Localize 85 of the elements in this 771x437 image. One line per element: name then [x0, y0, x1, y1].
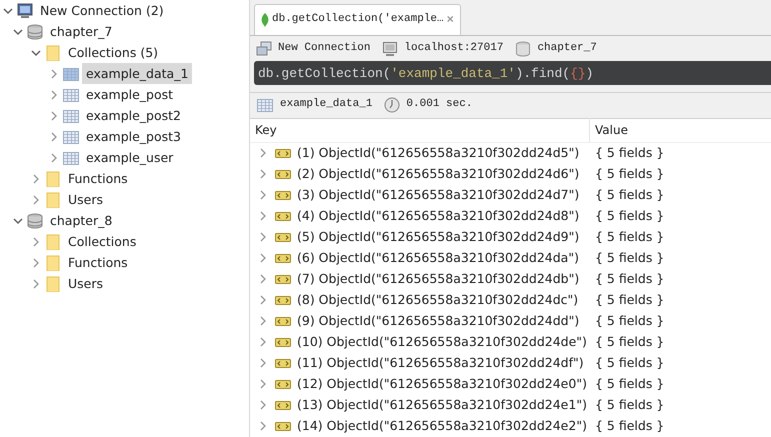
table-icon [62, 150, 80, 166]
tree-item[interactable]: example_post2 [82, 105, 186, 126]
folder-icon [44, 170, 62, 186]
document-icon [275, 378, 291, 390]
table-cell-text: { 5 fields } [594, 207, 664, 226]
monitor-icon [382, 40, 398, 57]
table-icon [62, 66, 80, 82]
document-icon [275, 210, 291, 222]
folder-icon [44, 44, 62, 60]
document-icon [275, 315, 291, 328]
table-cell-text: (2) ObjectId("612656558a3210f302dd24d6") [297, 165, 580, 184]
table-cell-text: (7) ObjectId("612656558a3210f302dd24db") [297, 270, 580, 288]
collection-label: example_data_1 [280, 97, 372, 112]
table-cell-text: { 5 fields } [594, 312, 664, 330]
table-cell-text: (5) ObjectId("612656558a3210f302dd24d9") [297, 228, 580, 246]
document-icon [275, 294, 291, 306]
tree-item[interactable]: Users [64, 273, 108, 294]
tree-item[interactable]: Collections [64, 231, 140, 252]
query-time: 0.001 sec. [406, 97, 472, 112]
column-header[interactable]: Value [590, 121, 628, 140]
tree-item[interactable]: example_post [82, 84, 178, 105]
table-cell-text: { 5 fields } [594, 228, 664, 246]
table-cell-text: (4) ObjectId("612656558a3210f302dd24d8") [297, 207, 580, 226]
tree-item[interactable]: chapter_7 [46, 21, 116, 42]
table-cell-text: (8) ObjectId("612656558a3210f302dd24dc") [297, 291, 578, 310]
tree-item[interactable]: Users [64, 189, 108, 210]
document-icon [275, 273, 291, 286]
table-cell-text: { 5 fields } [594, 375, 664, 394]
host-label: localhost:27017 [404, 41, 504, 56]
tree-item[interactable]: example_post3 [82, 126, 186, 147]
monitor-icon [16, 2, 34, 18]
tree-item[interactable]: example_user [82, 147, 178, 168]
query-editor[interactable]: db.getCollection('example_data_1').find({}) [254, 61, 771, 86]
clock-icon [384, 96, 400, 113]
query-tab[interactable]: db.getCollection('example… × [254, 4, 461, 35]
tree-item[interactable]: Functions [64, 252, 132, 273]
table-cell-text: { 5 fields } [594, 396, 664, 414]
table-cell-text: { 5 fields } [594, 165, 664, 184]
database-icon [515, 40, 532, 57]
table-cell-text: (13) ObjectId("612656558a3210f302dd24e1") [297, 396, 587, 414]
table-cell-text: (11) ObjectId("612656558a3210f302dd24df") [297, 354, 584, 372]
folder-icon [44, 192, 62, 208]
table-cell-text: (1) ObjectId("612656558a3210f302dd24d5") [297, 144, 580, 162]
folder-icon [44, 254, 62, 270]
column-header[interactable]: Key [250, 118, 590, 142]
network-icon [256, 40, 272, 57]
tree-item[interactable]: New Connection (2) [36, 0, 168, 21]
document-icon [275, 399, 291, 412]
tree-item[interactable]: Functions [64, 168, 132, 189]
connection-name: New Connection [278, 41, 370, 56]
tree-item[interactable]: chapter_8 [46, 210, 116, 231]
table-cell-text: { 5 fields } [594, 291, 664, 310]
table-cell-text: { 5 fields } [594, 249, 664, 268]
document-icon [275, 189, 291, 202]
table-cell-text: (10) ObjectId("612656558a3210f302dd24de") [297, 333, 587, 352]
tree-item[interactable]: Collections (5) [64, 42, 162, 63]
table-cell-text: (9) ObjectId("612656558a3210f302dd24dd") [297, 312, 580, 330]
document-icon [275, 168, 291, 180]
table-cell-text: { 5 fields } [594, 144, 664, 162]
table-icon [62, 108, 80, 124]
table-cell-text: { 5 fields } [594, 417, 664, 436]
document-icon [275, 420, 291, 432]
document-icon [275, 357, 291, 370]
table-icon [62, 86, 80, 102]
table-cell-text: { 5 fields } [594, 354, 664, 372]
table-cell-text: (12) ObjectId("612656558a3210f302dd24e0") [297, 375, 587, 394]
database-icon [26, 212, 44, 228]
folder-icon [44, 276, 62, 292]
tree-item[interactable]: example_data_1 [82, 63, 192, 84]
table-cell-text: (14) ObjectId("612656558a3210f302dd24e2") [297, 417, 587, 436]
table-cell-text: { 5 fields } [594, 333, 664, 352]
table-icon [256, 96, 274, 113]
table-cell-text: (6) ObjectId("612656558a3210f302dd24da") [297, 249, 579, 268]
document-icon [275, 336, 291, 348]
document-icon [275, 147, 291, 160]
table-cell-text: { 5 fields } [594, 186, 664, 204]
database-icon [26, 24, 44, 40]
table-cell-text: (3) ObjectId("612656558a3210f302dd24d7") [297, 186, 580, 204]
folder-icon [44, 234, 62, 250]
database-label: chapter_7 [537, 41, 597, 56]
table-icon [62, 128, 80, 144]
leaf-icon [261, 12, 269, 27]
table-cell-text: { 5 fields } [594, 270, 664, 288]
document-icon [275, 231, 291, 244]
document-icon [275, 252, 291, 264]
